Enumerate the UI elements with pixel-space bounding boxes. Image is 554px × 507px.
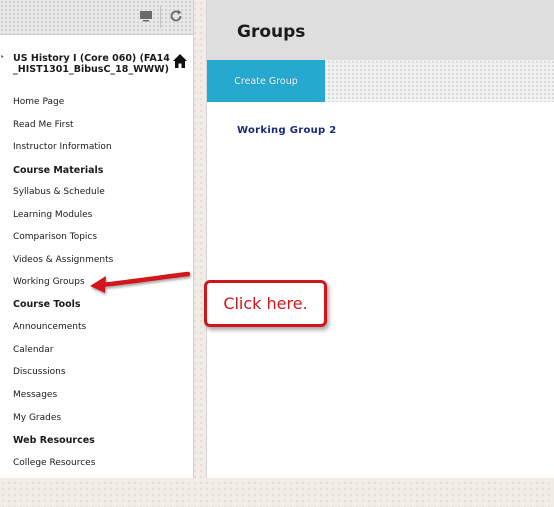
sidebar-item-calendar[interactable]: Calendar [13, 345, 53, 355]
sidebar-item-announcements[interactable]: Announcements [13, 322, 86, 332]
sidebar-item-learning-modules[interactable]: Learning Modules [13, 210, 92, 220]
sidebar-item-messages[interactable]: Messages [13, 390, 57, 400]
course-menu-sidebar: ▸ US History I (Core 060) (FA14_HIST1301… [0, 0, 194, 478]
sidebar-item-syllabus-schedule[interactable]: Syllabus & Schedule [13, 187, 105, 197]
sidebar-item-working-groups[interactable]: Working Groups [13, 277, 85, 287]
collapse-indicator-icon[interactable]: ▸ [1, 54, 5, 60]
group-link[interactable]: Working Group 2 [237, 125, 337, 136]
main-content: Groups Create Group Working Group 2 [206, 0, 554, 478]
sidebar-item-comparison-topics[interactable]: Comparison Topics [13, 232, 97, 242]
create-group-button[interactable]: Create Group [207, 60, 325, 102]
toolbar-divider [160, 6, 161, 28]
sidebar-header-course-materials: Course Materials [13, 165, 104, 176]
sidebar-item-home-page[interactable]: Home Page [13, 97, 64, 107]
sidebar-header-web-resources: Web Resources [13, 435, 95, 446]
sidebar-header-course-tools: Course Tools [13, 299, 81, 310]
page-header: Groups [207, 0, 554, 60]
click-here-callout: Click here. [204, 280, 327, 327]
display-icon[interactable] [134, 4, 158, 28]
sidebar-item-discussions[interactable]: Discussions [13, 367, 66, 377]
sidebar-item-instructor-information[interactable]: Instructor Information [13, 142, 112, 152]
pointer-arrow [90, 271, 191, 293]
page-title: Groups [237, 22, 306, 42]
refresh-icon[interactable] [164, 4, 188, 28]
sidebar-item-my-grades[interactable]: My Grades [13, 413, 61, 423]
home-icon[interactable] [172, 53, 188, 69]
sidebar-toolbar [0, 0, 193, 35]
sidebar-item-read-me-first[interactable]: Read Me First [13, 120, 74, 130]
course-title[interactable]: US History I (Core 060) (FA14_HIST1301_B… [13, 53, 173, 75]
sidebar-item-college-resources[interactable]: College Resources [13, 458, 95, 468]
